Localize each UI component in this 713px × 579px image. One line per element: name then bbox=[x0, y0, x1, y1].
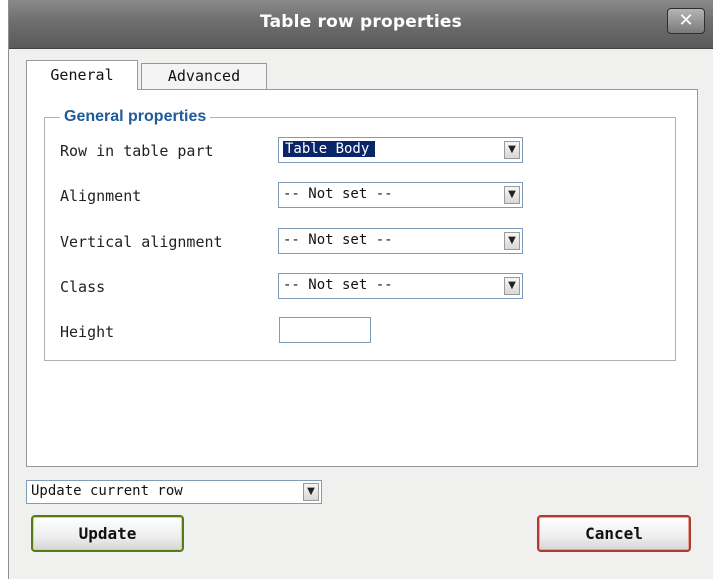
row-in-table-part-select[interactable]: Table Body ▼ bbox=[278, 137, 523, 163]
cancel-button[interactable]: Cancel bbox=[537, 515, 691, 552]
row-action-value: Update current row bbox=[31, 483, 183, 499]
row-action-select[interactable]: Update current row ▼ bbox=[26, 480, 322, 504]
row-in-table-part-label: Row in table part bbox=[60, 142, 214, 160]
row-in-table-part-value: Table Body bbox=[283, 141, 376, 157]
alignment-select[interactable]: -- Not set -- ▼ bbox=[278, 182, 523, 208]
chevron-down-icon[interactable]: ▼ bbox=[504, 186, 520, 204]
vertical-alignment-value: -- Not set -- bbox=[283, 232, 393, 248]
class-value: -- Not set -- bbox=[283, 277, 393, 293]
update-button[interactable]: Update bbox=[31, 515, 184, 552]
close-icon: ✕ bbox=[678, 10, 694, 31]
title-bar[interactable]: Table row properties ✕ bbox=[9, 0, 713, 49]
close-button[interactable]: ✕ bbox=[667, 8, 705, 34]
alignment-label: Alignment bbox=[60, 187, 142, 205]
chevron-down-icon[interactable]: ▼ bbox=[303, 483, 319, 501]
dialog-title: Table row properties bbox=[260, 12, 462, 32]
class-select[interactable]: -- Not set -- ▼ bbox=[278, 273, 523, 299]
chevron-down-icon[interactable]: ▼ bbox=[504, 141, 520, 159]
chevron-down-icon[interactable]: ▼ bbox=[504, 232, 520, 250]
alignment-value: -- Not set -- bbox=[283, 186, 393, 202]
height-label: Height bbox=[60, 323, 115, 341]
chevron-down-icon[interactable]: ▼ bbox=[504, 277, 520, 295]
class-label: Class bbox=[60, 278, 106, 296]
tab-general[interactable]: General bbox=[26, 60, 138, 90]
vertical-alignment-label: Vertical alignment bbox=[60, 233, 223, 251]
tab-advanced[interactable]: Advanced bbox=[141, 63, 267, 89]
general-properties-legend: General properties bbox=[60, 108, 211, 126]
vertical-alignment-select[interactable]: -- Not set -- ▼ bbox=[278, 228, 523, 254]
height-input[interactable] bbox=[279, 317, 371, 343]
